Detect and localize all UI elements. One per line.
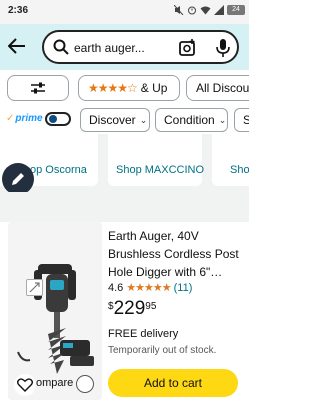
search-input[interactable]: earth auger... — [74, 41, 176, 55]
price-whole: 229 — [113, 298, 146, 319]
shop-card[interactable]: Shop — [212, 134, 249, 186]
chevron-down-icon: ⌄ — [218, 114, 227, 125]
price-fraction: 95 — [145, 301, 157, 312]
more-filter-label: S — [243, 113, 249, 127]
image-expand-icon[interactable] — [26, 279, 43, 296]
shop-link[interactable]: Shop MAXCCINO — [116, 164, 204, 176]
mic-icon[interactable] — [215, 38, 231, 58]
back-button[interactable] — [6, 35, 28, 57]
heart-icon — [17, 378, 33, 392]
chevron-down-icon: ⌄ — [139, 114, 148, 125]
battery-icon: 24 — [227, 5, 245, 15]
product-card[interactable]: Earth Auger, 40V Brushless Cordless Post… — [0, 222, 249, 409]
prime-logo: ✓ prime — [6, 113, 43, 124]
section-gap — [0, 192, 249, 222]
all-discounts-chip[interactable]: All Discou — [186, 75, 249, 101]
camera-search-icon[interactable] — [178, 38, 198, 58]
edit-fab-button[interactable] — [2, 163, 34, 195]
filter-row-top: ★★★★☆ & Up All Discou — [0, 70, 249, 106]
status-time: 2:36 — [8, 5, 29, 16]
prime-check-icon: ✓ — [6, 113, 15, 124]
product-title[interactable]: Earth Auger, 40V Brushless Cordless Post… — [108, 227, 242, 281]
four-stars-icon: ★★★★☆ — [88, 81, 138, 95]
product-price: $ 229 95 — [108, 298, 156, 320]
mute-icon — [174, 5, 184, 15]
discover-dropdown[interactable]: Discover ⌄ — [80, 108, 150, 132]
search-icon — [53, 39, 69, 55]
prime-toggle-knob — [49, 115, 57, 123]
alarm-icon — [188, 6, 196, 15]
condition-dropdown[interactable]: Condition ⌄ — [155, 108, 228, 132]
shop-link[interactable]: Shop — [230, 164, 249, 176]
signal-icon — [214, 5, 224, 15]
condition-label: Condition — [164, 113, 215, 127]
more-filter-chip[interactable]: S — [234, 108, 249, 132]
status-icons: 24 — [174, 5, 245, 15]
rating-count[interactable]: (11) — [174, 282, 193, 294]
shop-card[interactable]: Shop MAXCCINO — [108, 134, 204, 186]
delivery-info: FREE delivery — [108, 328, 179, 340]
filter-row-bottom: ✓ prime Discover ⌄ Condition ⌄ S — [0, 106, 249, 134]
filter-settings-button[interactable] — [7, 75, 69, 101]
prime-label: prime — [15, 113, 43, 124]
status-bar: 2:36 24 — [0, 0, 249, 24]
wifi-icon — [200, 6, 211, 15]
shop-link[interactable]: op Oscorna — [30, 164, 87, 176]
search-header: earth auger... — [0, 24, 249, 70]
rating-filter-label: & Up — [140, 81, 168, 95]
product-rating[interactable]: 4.6 ★★★★★ (11) — [108, 281, 193, 295]
rating-filter-chip[interactable]: ★★★★☆ & Up — [78, 75, 180, 101]
add-to-cart-button[interactable]: Add to cart — [108, 369, 238, 397]
compare-checkbox[interactable] — [76, 375, 94, 393]
discover-label: Discover — [89, 113, 136, 127]
back-arrow-icon — [8, 38, 25, 54]
star-rating-icon: ★★★★★ — [126, 282, 171, 294]
rating-value: 4.6 — [108, 281, 124, 294]
all-discounts-label: All Discou — [196, 81, 249, 95]
search-box[interactable]: earth auger... — [42, 30, 239, 64]
shop-carousel: op Oscorna Shop MAXCCINO Shop — [0, 134, 249, 192]
pencil-icon — [12, 173, 24, 185]
compare-label: ompare — [36, 377, 74, 389]
stock-status: Temporarily out of stock. — [108, 345, 217, 356]
prime-toggle[interactable] — [45, 112, 71, 126]
sliders-icon — [31, 82, 45, 94]
wishlist-button[interactable] — [14, 374, 36, 396]
